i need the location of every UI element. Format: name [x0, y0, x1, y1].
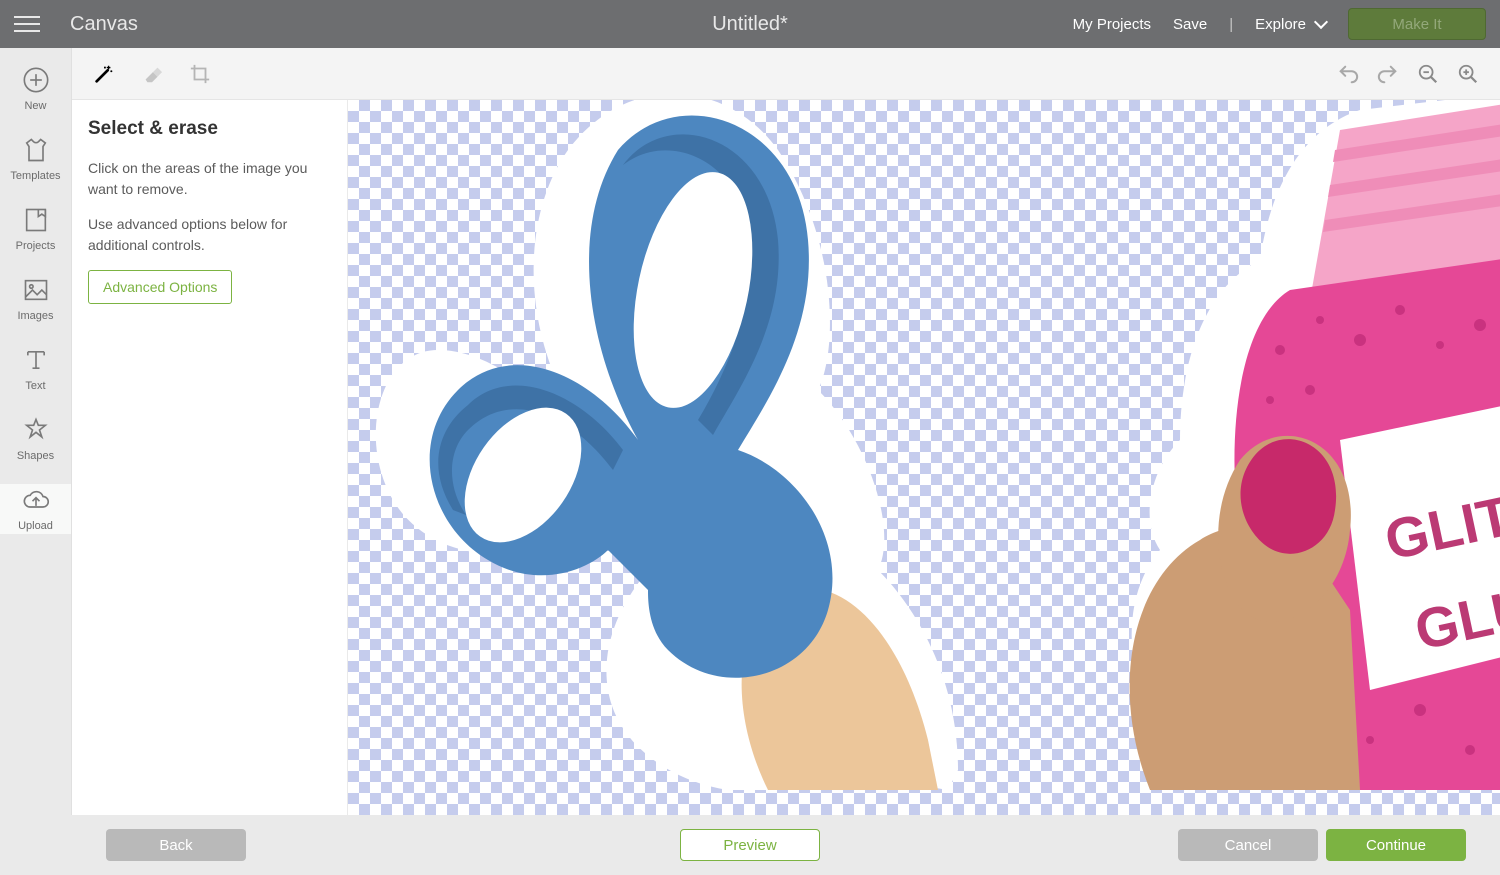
panel-para-2: Use advanced options below for additiona… [88, 214, 331, 256]
sidebar-item-label: Images [17, 310, 53, 322]
panel-para-1: Click on the areas of the image you want… [88, 158, 331, 200]
crop-tool[interactable] [188, 62, 212, 86]
explore-label: Explore [1255, 16, 1306, 33]
top-bar: Canvas Untitled* My Projects Save | Expl… [0, 0, 1500, 48]
separator: | [1229, 16, 1233, 33]
explore-dropdown[interactable]: Explore [1255, 16, 1326, 33]
document-title: Untitled* [712, 13, 788, 36]
footer-bar: Back Preview Cancel Continue [0, 815, 1500, 875]
sidebar-item-label: Upload [18, 520, 53, 532]
my-projects-link[interactable]: My Projects [1073, 16, 1151, 33]
zoom-out-icon [1417, 63, 1439, 85]
cancel-button[interactable]: Cancel [1178, 829, 1318, 861]
canvas-area[interactable]: GLITTER GLUE [348, 100, 1500, 815]
topbar-right: My Projects Save | Explore Make It [1073, 8, 1486, 40]
continue-button[interactable]: Continue [1326, 829, 1466, 861]
zoom-in-icon [1457, 63, 1479, 85]
sidebar-item-label: Projects [16, 240, 56, 252]
advanced-options-button[interactable]: Advanced Options [88, 270, 232, 304]
sidebar-item-label: New [24, 100, 46, 112]
redo-icon [1377, 63, 1399, 85]
back-button[interactable]: Back [106, 829, 246, 861]
sidebar-item-shapes[interactable]: Shapes [0, 414, 71, 464]
hamburger-menu-icon[interactable] [14, 8, 46, 40]
erase-panel: Select & erase Click on the areas of the… [72, 100, 348, 815]
preview-button[interactable]: Preview [680, 829, 820, 861]
text-icon [22, 346, 50, 374]
shapes-icon [22, 416, 50, 444]
panel-title: Select & erase [88, 118, 331, 140]
scissors-illustration [348, 100, 1058, 790]
sidebar-item-projects[interactable]: Projects [0, 204, 71, 254]
wand-tool[interactable] [92, 62, 116, 86]
sidebar-item-images[interactable]: Images [0, 274, 71, 324]
sidebar-item-upload[interactable]: Upload [0, 484, 71, 534]
glitter-glue-illustration: GLITTER GLUE [1080, 100, 1500, 790]
bookmark-page-icon [22, 206, 50, 234]
zoom-in-button[interactable] [1456, 62, 1480, 86]
sidebar-item-label: Templates [10, 170, 60, 182]
tshirt-icon [22, 136, 50, 164]
upload-cloud-icon [22, 486, 50, 514]
crop-icon [189, 63, 211, 85]
uploaded-image: GLITTER GLUE [348, 100, 1500, 815]
save-link[interactable]: Save [1173, 16, 1207, 33]
chevron-down-icon [1314, 15, 1328, 29]
eraser-tool[interactable] [140, 62, 164, 86]
sidebar-item-label: Shapes [17, 450, 54, 462]
wand-icon [93, 63, 115, 85]
undo-icon [1337, 63, 1359, 85]
redo-button[interactable] [1376, 62, 1400, 86]
sidebar-item-text[interactable]: Text [0, 344, 71, 394]
image-toolbar [72, 48, 1500, 100]
image-icon [22, 276, 50, 304]
plus-circle-icon [22, 66, 50, 94]
make-it-button[interactable]: Make It [1348, 8, 1486, 40]
sidebar-item-label: Text [25, 380, 45, 392]
left-sidebar: New Templates Projects Images Text Shape… [0, 48, 72, 815]
undo-button[interactable] [1336, 62, 1360, 86]
eraser-icon [141, 63, 163, 85]
app-name: Canvas [70, 13, 138, 36]
sidebar-item-new[interactable]: New [0, 64, 71, 114]
zoom-out-button[interactable] [1416, 62, 1440, 86]
sidebar-item-templates[interactable]: Templates [0, 134, 71, 184]
